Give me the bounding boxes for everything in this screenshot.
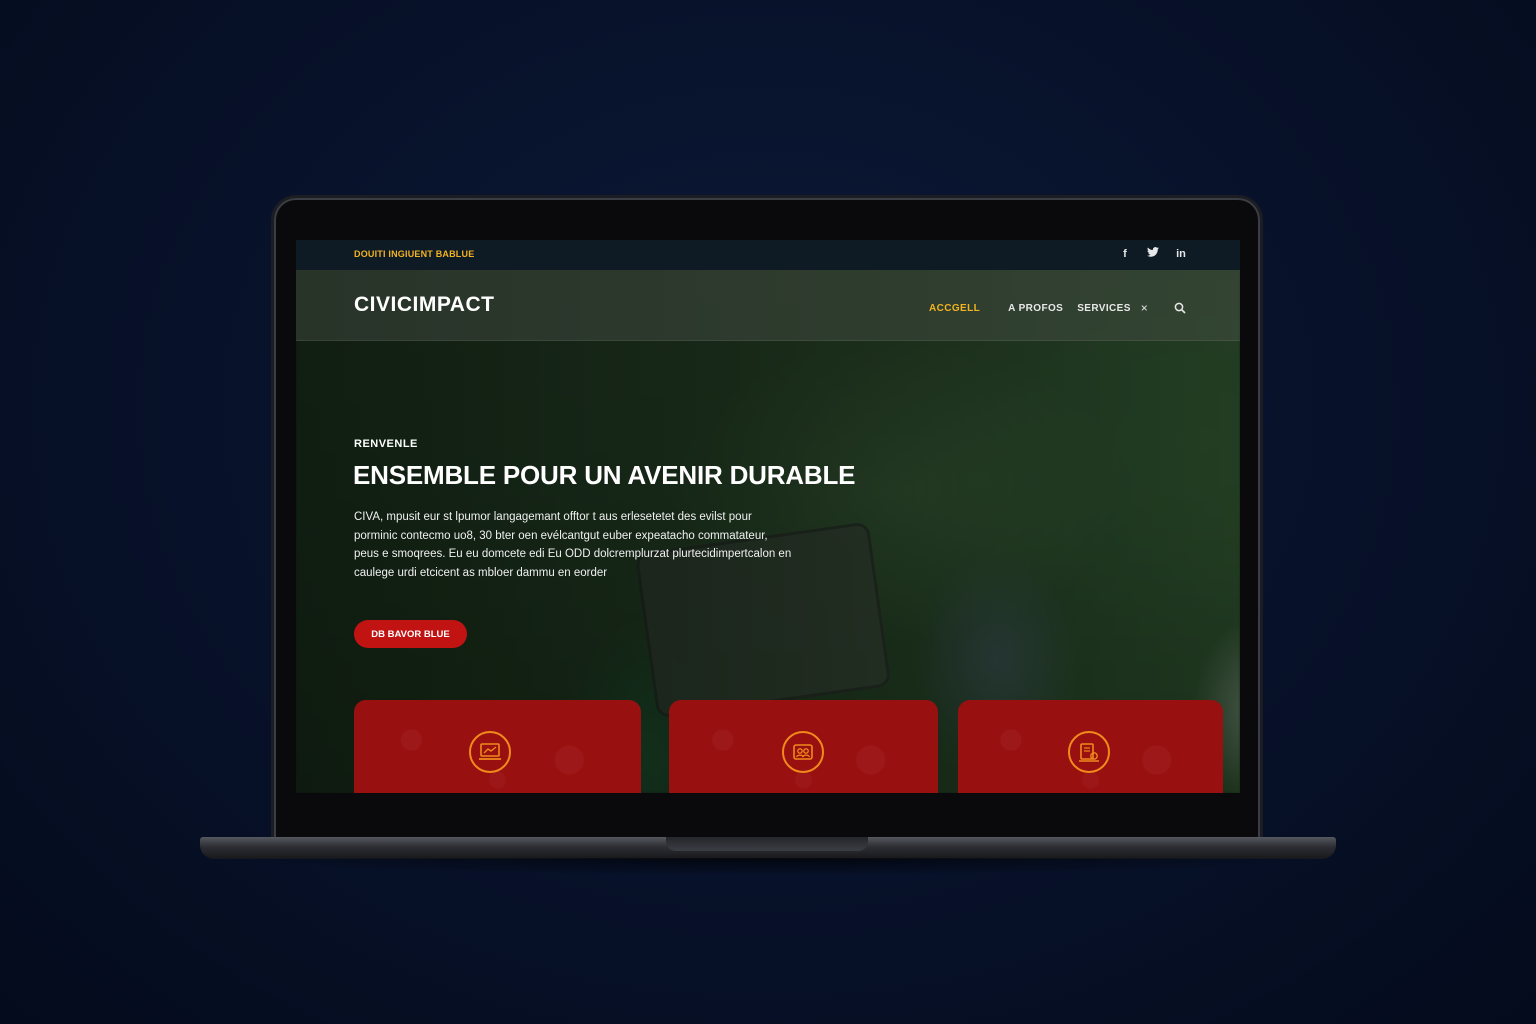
nav-item-a-propos[interactable]: A PROFOS (1008, 303, 1063, 314)
facebook-icon[interactable]: f (1118, 246, 1132, 262)
hero-eyebrow: RENVENLE (354, 438, 418, 450)
hero-headline: ENSEMBLE POUR UN AVENIR DURABLE (353, 460, 856, 490)
nav-menu: ACCGELL A PROFOS SERVICES × (929, 301, 1148, 315)
nav-item-services[interactable]: SERVICES (1077, 303, 1131, 314)
hero-cta-button[interactable]: DB BAVOR BLUE (354, 620, 467, 648)
service-card-1[interactable] (354, 700, 641, 793)
hero-description: CIVA, mpusit eur st lpumor langagemant o… (354, 511, 792, 579)
laptop-notch (666, 837, 868, 851)
linkedin-icon[interactable]: in (1174, 246, 1188, 262)
top-bar-text: DOUITI INGIUENT BABLUE (354, 249, 475, 259)
social-links: f in (1118, 246, 1188, 262)
close-icon[interactable]: × (1141, 301, 1148, 315)
document-gear-icon (1068, 731, 1110, 773)
top-bar: DOUITI INGIUENT BABLUE f in (296, 240, 1240, 270)
service-card-2[interactable] (669, 700, 938, 793)
main-navigation: CIVICIMPACT ACCGELL A PROFOS SERVICES × (296, 270, 1240, 341)
community-icon (782, 731, 824, 773)
search-icon[interactable] (1174, 302, 1186, 314)
brand-logo[interactable]: CIVICIMPACT (354, 293, 494, 317)
laptop-chart-icon (469, 731, 511, 773)
service-card-3[interactable] (958, 700, 1223, 793)
website-screen: DOUITI INGIUENT BABLUE f in CIVICIMPACT … (296, 240, 1240, 793)
twitter-icon[interactable] (1146, 246, 1160, 262)
laptop-shadow (230, 858, 1306, 876)
nav-item-accueil[interactable]: ACCGELL (929, 303, 980, 314)
